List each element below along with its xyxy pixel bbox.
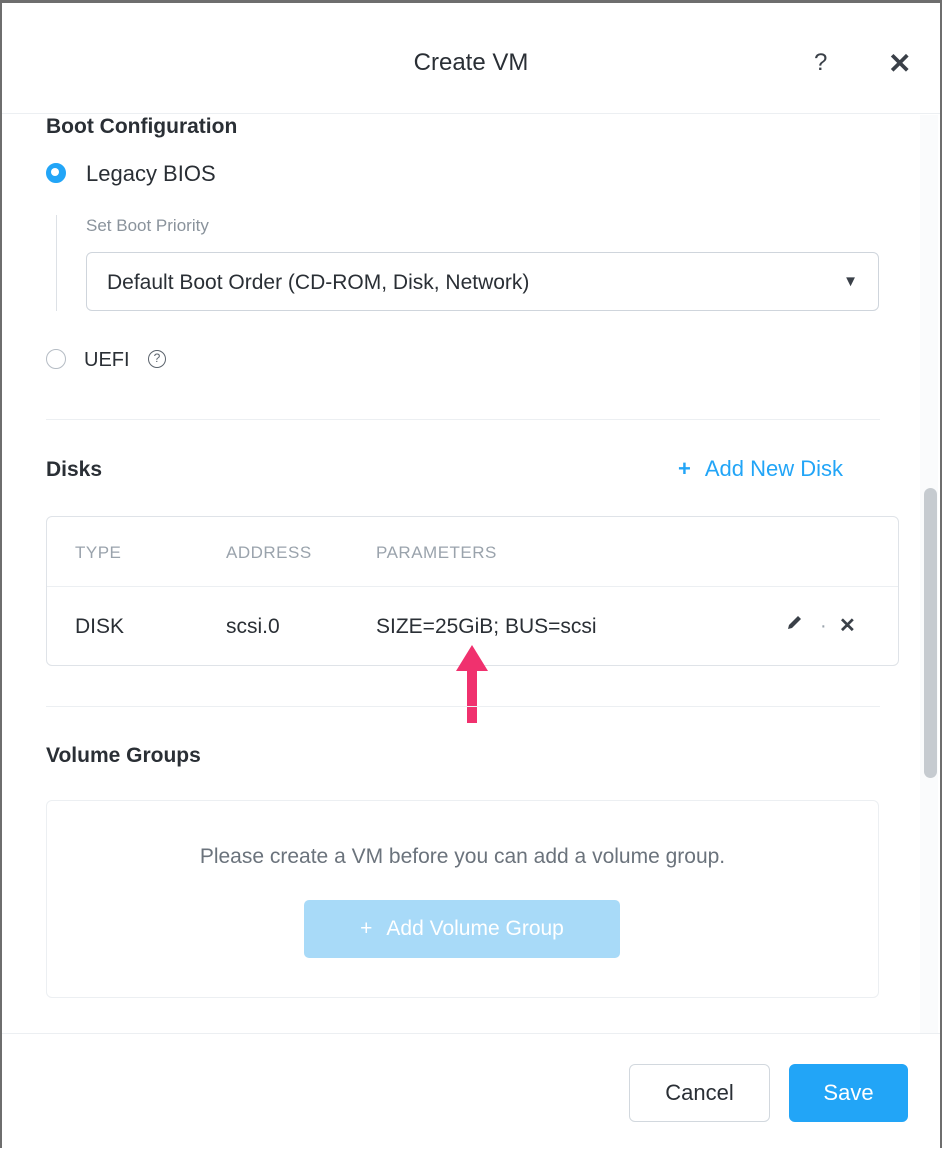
boot-priority-value: Default Boot Order (CD-ROM, Disk, Networ… [107,271,530,294]
legacy-bios-label[interactable]: Legacy BIOS [86,161,216,187]
section-divider [46,419,880,420]
column-header-parameters: PARAMETERS [376,543,497,562]
dialog-title: Create VM [413,49,529,76]
legacy-bios-radio[interactable] [46,163,66,183]
scrollbar-thumb[interactable] [924,488,937,778]
dialog-header: Create VM ? ✕ [2,3,940,114]
pencil-icon[interactable] [785,613,805,639]
boot-configuration-title: Boot Configuration [46,115,238,138]
plus-icon: + [678,456,691,481]
chevron-down-icon: ▼ [843,273,858,290]
volume-groups-empty-message: Please create a VM before you can add a … [199,845,726,868]
annotation-arrow-icon [454,645,490,730]
column-header-type: TYPE [75,543,122,562]
table-header-divider [47,586,898,587]
uefi-label[interactable]: UEFI [84,349,130,372]
add-volume-group-label: Add Volume Group [386,917,564,940]
disk-parameters-cell: SIZE=25GiB; BUS=scsi [376,615,597,638]
create-vm-dialog: Create VM ? ✕ Boot Configuration Legacy … [0,0,942,1152]
uefi-radio[interactable] [46,349,66,369]
disks-table: TYPE ADDRESS PARAMETERS DISK scsi.0 SIZE… [46,516,899,666]
column-header-address: ADDRESS [226,543,312,562]
add-new-disk-link[interactable]: + Add New Disk [678,456,843,482]
close-button[interactable]: ✕ [888,47,911,80]
question-circle-icon[interactable]: ? [148,350,166,368]
boot-priority-label: Set Boot Priority [86,216,209,235]
action-separator-dot: · [820,615,827,637]
save-button[interactable]: Save [789,1064,908,1122]
volume-groups-empty-state: Please create a VM before you can add a … [46,800,879,998]
boot-priority-select[interactable]: Default Boot Order (CD-ROM, Disk, Networ… [86,252,879,311]
disk-address-cell: scsi.0 [226,615,280,638]
cancel-button[interactable]: Cancel [629,1064,770,1122]
plus-icon: + [360,917,373,940]
help-button[interactable]: ? [814,49,827,77]
add-new-disk-label: Add New Disk [704,456,844,481]
close-icon[interactable]: ✕ [839,613,856,638]
add-volume-group-button: + Add Volume Group [304,900,620,958]
boot-options-indent-line [56,215,57,311]
dialog-footer: Cancel Save [2,1033,940,1152]
section-divider [46,706,880,707]
disks-title: Disks [46,458,103,481]
disk-type-cell: DISK [75,615,125,638]
volume-groups-title: Volume Groups [46,744,201,767]
